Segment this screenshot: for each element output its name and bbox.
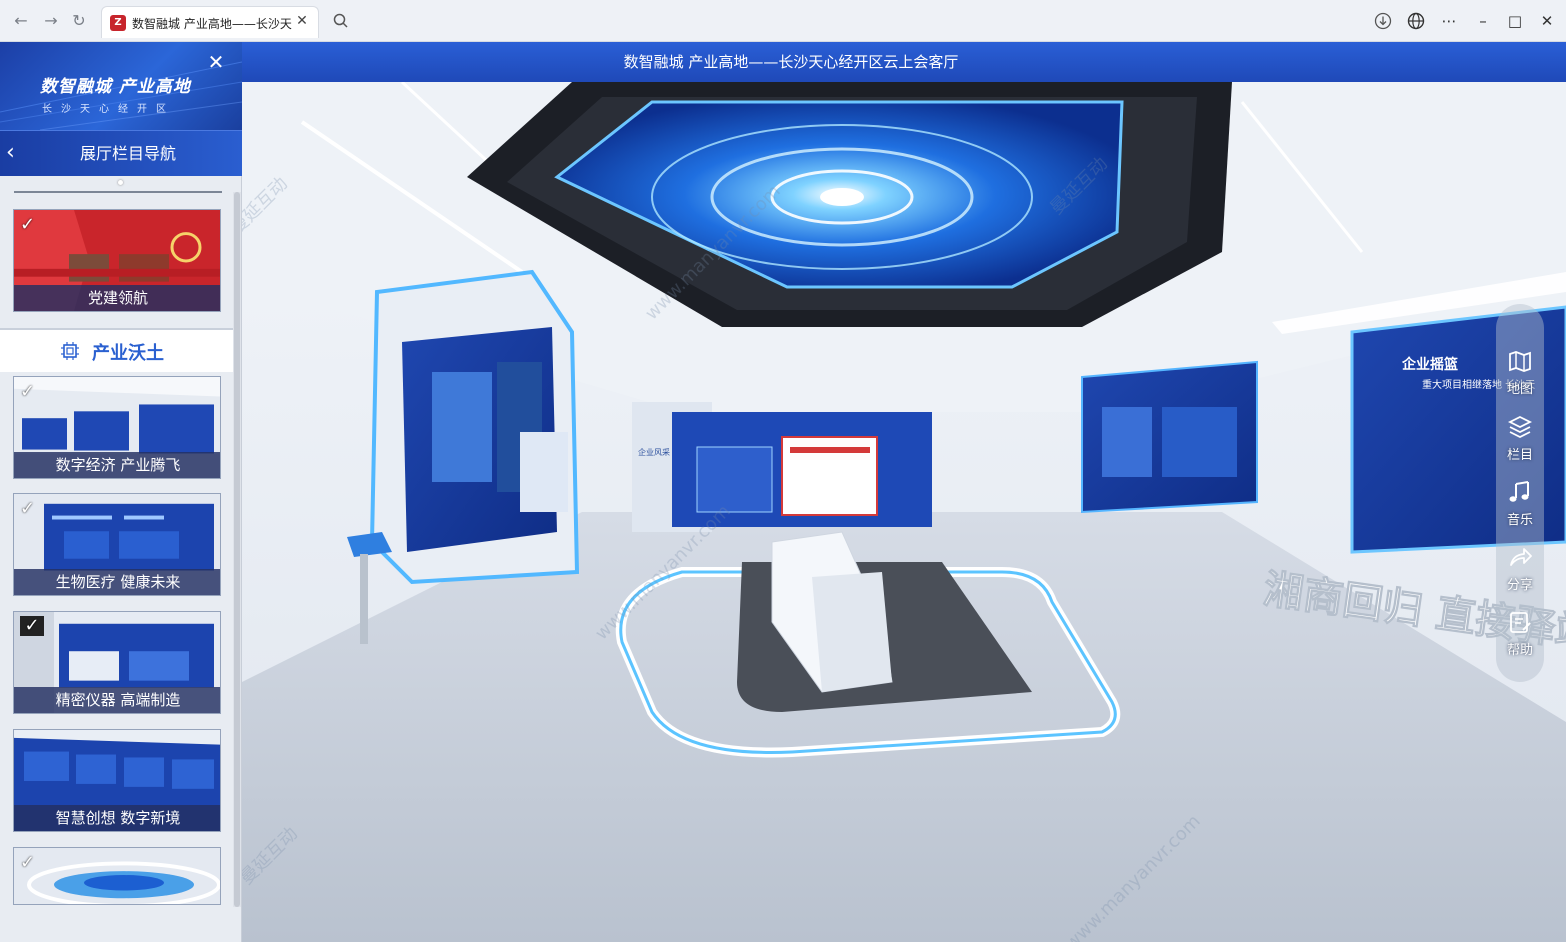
wall-banner-right: 企业摇篮 xyxy=(1401,356,1458,373)
nav-title: 展厅栏目导航 xyxy=(79,144,176,163)
browser-toolbar: ← → ↻ Z 数智融城 产业高地——长沙天心经开区云上会客厅 ✕ ⋯ – □ … xyxy=(0,0,1566,42)
forward-arrow-icon[interactable]: → xyxy=(40,10,62,32)
chip-icon xyxy=(61,342,79,360)
maximize-icon[interactable]: □ xyxy=(1504,10,1526,32)
music-icon xyxy=(1509,481,1529,502)
brand-subtitle: 长沙天心经开区 xyxy=(42,104,175,115)
card-label: 精密仪器 高端制造 xyxy=(14,687,220,713)
tool-share-button[interactable]: 分享 xyxy=(1496,544,1544,604)
section-header: 产业沃土 xyxy=(0,328,234,372)
tab-close-icon[interactable]: ✕ xyxy=(294,13,310,31)
close-window-icon[interactable]: ✕ xyxy=(1536,10,1558,32)
tool-columns-label: 栏目 xyxy=(1506,448,1533,463)
back-arrow-icon[interactable]: ← xyxy=(10,10,32,32)
card-label: 生物医疗 健康未来 xyxy=(14,569,220,595)
close-icon[interactable]: ✕ xyxy=(204,50,228,74)
card-label: 智慧创想 数字新境 xyxy=(14,805,220,831)
exhibition-hall-panorama: 企业摇篮 重大项目相继落地 长沙天 湘商回归 直接驿站 企业风采 xyxy=(242,82,1566,942)
share-icon xyxy=(1510,548,1532,566)
check-icon: ✓ xyxy=(20,616,44,636)
nav-card-precision-instruments[interactable]: ✓ 精密仪器 高端制造 xyxy=(13,611,221,714)
navigation-sidebar: 数智融城 产业高地 长沙天心经开区 ✕ ‹ 展厅栏目导航 ✓ 党建领航 产业沃土… xyxy=(0,42,242,942)
tool-columns-button[interactable]: 栏目 xyxy=(1496,414,1544,474)
nav-card-smart-innovation[interactable]: 智慧创想 数字新境 xyxy=(13,729,221,832)
tool-map-button[interactable]: 地图 xyxy=(1496,348,1544,408)
page-dot-indicator xyxy=(118,180,123,185)
more-menu-icon[interactable]: ⋯ xyxy=(1438,10,1460,32)
map-icon xyxy=(1509,351,1531,372)
tab-title: 数智融城 产业高地——长沙天心经开区云上会客厅 xyxy=(132,17,292,31)
tool-help-button[interactable]: 帮助 xyxy=(1496,609,1544,669)
check-icon: ✓ xyxy=(20,852,36,873)
layers-icon xyxy=(1507,415,1533,439)
brand-title: 数智融城 产业高地 xyxy=(40,77,191,97)
reload-icon[interactable]: ↻ xyxy=(68,10,90,32)
tab-search-icon[interactable] xyxy=(330,10,352,32)
browser-tab[interactable]: Z 数智融城 产业高地——长沙天心经开区云上会客厅 ✕ xyxy=(101,6,319,38)
check-icon: ✓ xyxy=(20,498,36,519)
nav-header: ‹ 展厅栏目导航 xyxy=(0,130,242,176)
site-favicon-icon: Z xyxy=(110,15,126,31)
help-icon xyxy=(1510,612,1531,633)
section-title: 产业沃土 xyxy=(92,343,164,364)
check-icon: ✓ xyxy=(20,214,36,235)
tool-share-label: 分享 xyxy=(1506,578,1533,593)
card-thumbnail xyxy=(14,848,220,904)
nav-card-biomedical[interactable]: ✓ 生物医疗 健康未来 xyxy=(13,493,221,596)
center-sign: 企业风采 xyxy=(638,447,670,457)
tool-music-button[interactable]: 音乐 xyxy=(1496,479,1544,539)
divider xyxy=(14,191,222,193)
nav-card-next[interactable]: ✓ xyxy=(13,847,221,905)
minimize-icon[interactable]: – xyxy=(1472,10,1494,32)
card-label: 数字经济 产业腾飞 xyxy=(14,452,220,478)
tool-map-label: 地图 xyxy=(1506,382,1533,397)
nav-card-digital-economy[interactable]: ✓ 数字经济 产业腾飞 xyxy=(13,376,221,479)
download-icon[interactable] xyxy=(1372,10,1394,32)
nav-card-party[interactable]: ✓ 党建领航 xyxy=(13,209,221,312)
sidebar-brand-header: 数智融城 产业高地 长沙天心经开区 ✕ xyxy=(0,42,242,130)
card-label: 党建领航 xyxy=(14,285,220,311)
vr-scene-viewport[interactable]: 企业摇篮 重大项目相继落地 长沙天 湘商回归 直接驿站 企业风采 曼延互动 ww… xyxy=(242,82,1566,942)
app-header: 数智融城 产业高地——长沙天心经开区云上会客厅 xyxy=(242,42,1566,82)
tool-help-label: 帮助 xyxy=(1506,643,1533,658)
page-title: 数智融城 产业高地——长沙天心经开区云上会客厅 xyxy=(623,53,959,71)
scene-toolbar: 地图 栏目 音乐 分享 帮助 xyxy=(1496,304,1544,682)
sidebar-scrollbar-thumb[interactable] xyxy=(234,192,240,907)
globe-icon[interactable] xyxy=(1405,10,1427,32)
tool-music-label: 音乐 xyxy=(1506,513,1533,528)
check-icon: ✓ xyxy=(20,381,36,402)
